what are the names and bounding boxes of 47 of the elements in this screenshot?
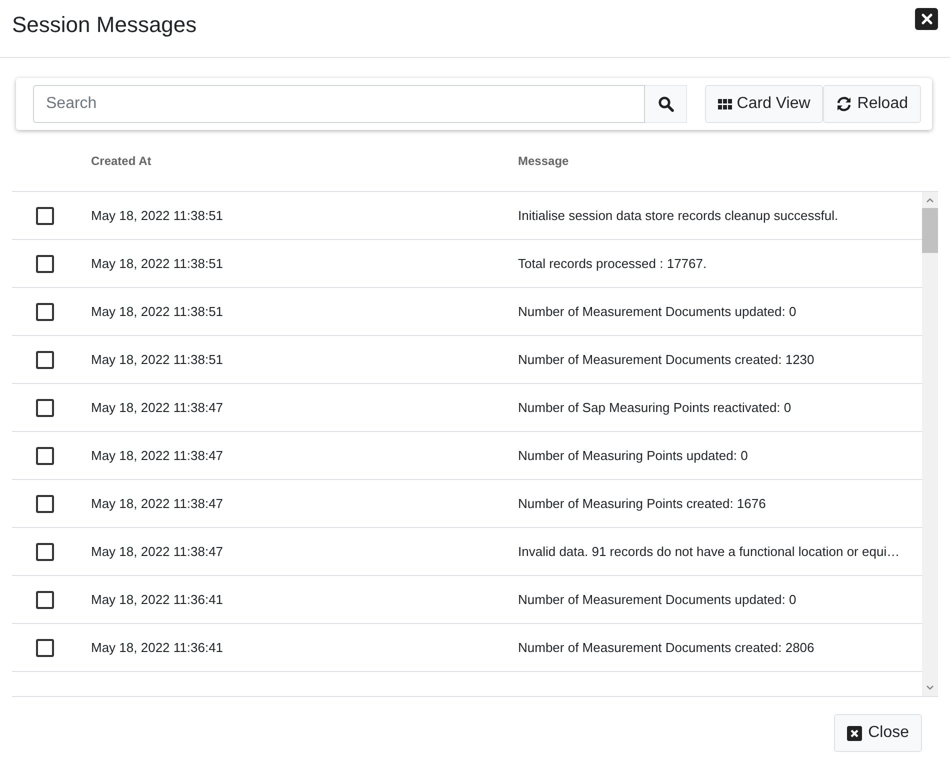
- message-cell-text: Invalid data. 91 records do not have a functional location or equi…: [518, 544, 901, 559]
- caret-up-icon[interactable]: [926, 197, 934, 203]
- date-cell-text: May 18, 2022 11:38:51: [91, 304, 224, 319]
- search-icon: [658, 96, 674, 112]
- caret-down-icon[interactable]: [926, 685, 934, 691]
- close-button[interactable]: Close: [834, 714, 922, 752]
- close-icon[interactable]: [915, 8, 938, 30]
- message-cell-text: Number of Sap Measuring Points reactivated: 0: [518, 400, 792, 415]
- dialog-title: Session Messages: [12, 12, 197, 38]
- date-cell-text: May 18, 2022 11:38:47: [91, 544, 224, 559]
- date-cell-text: May 18, 2022 11:38:47: [91, 448, 224, 463]
- reload-button[interactable]: Reload: [823, 85, 921, 123]
- message-cell-text: Number of Measurement Documents updated: 0: [518, 592, 798, 607]
- message-cell-text: Number of Measurement Documents updated: 0: [518, 304, 798, 319]
- row-checkbox[interactable]: [36, 446, 54, 464]
- scrollbar-thumb[interactable]: [922, 208, 938, 253]
- row-checkbox[interactable]: [36, 398, 54, 416]
- row-checkbox[interactable]: [36, 542, 54, 560]
- date-cell-text: May 18, 2022 11:36:41: [91, 592, 224, 607]
- search-button[interactable]: [645, 85, 687, 123]
- message-cell-text: Number of Measuring Points created: 1676: [518, 496, 767, 511]
- row-checkbox[interactable]: [36, 494, 54, 512]
- scrollbar[interactable]: [922, 192, 938, 696]
- message-cell-text: Number of Measurement Documents created: 1230: [518, 352, 816, 367]
- message-cell-text: Number of Measurement Documents created: 2806: [518, 640, 816, 655]
- date-cell-text: May 18, 2022 11:38:51: [91, 352, 224, 367]
- grid-icon: [718, 98, 732, 110]
- row-checkbox[interactable]: [36, 638, 54, 656]
- date-cell-text: May 18, 2022 11:38:47: [91, 496, 224, 511]
- row-checkbox[interactable]: [36, 590, 54, 608]
- message-cell-text: Number of Measuring Points updated: 0: [518, 448, 749, 463]
- row-checkbox[interactable]: [36, 302, 54, 320]
- message-cell-text: Total records processed : 17767.: [518, 256, 708, 271]
- refresh-icon: [836, 96, 852, 112]
- date-cell-text: May 18, 2022 11:38:47: [91, 400, 224, 415]
- date-cell-text: May 18, 2022 11:38:51: [91, 256, 224, 271]
- card-view-button[interactable]: Card View: [704, 85, 824, 123]
- message-cell-text: Initialise session data store records cleanup successful.: [518, 208, 840, 223]
- row-checkbox[interactable]: [36, 254, 54, 272]
- date-cell-text: May 18, 2022 11:38:51: [91, 208, 224, 223]
- column-header: Message: [518, 154, 570, 168]
- search-field[interactable]: Search: [33, 85, 645, 123]
- close-icon: [847, 726, 862, 740]
- row-checkbox[interactable]: [36, 350, 54, 368]
- date-cell-text: May 18, 2022 11:36:41: [91, 640, 224, 655]
- column-header: Created At: [91, 154, 152, 168]
- row-checkbox[interactable]: [36, 206, 54, 224]
